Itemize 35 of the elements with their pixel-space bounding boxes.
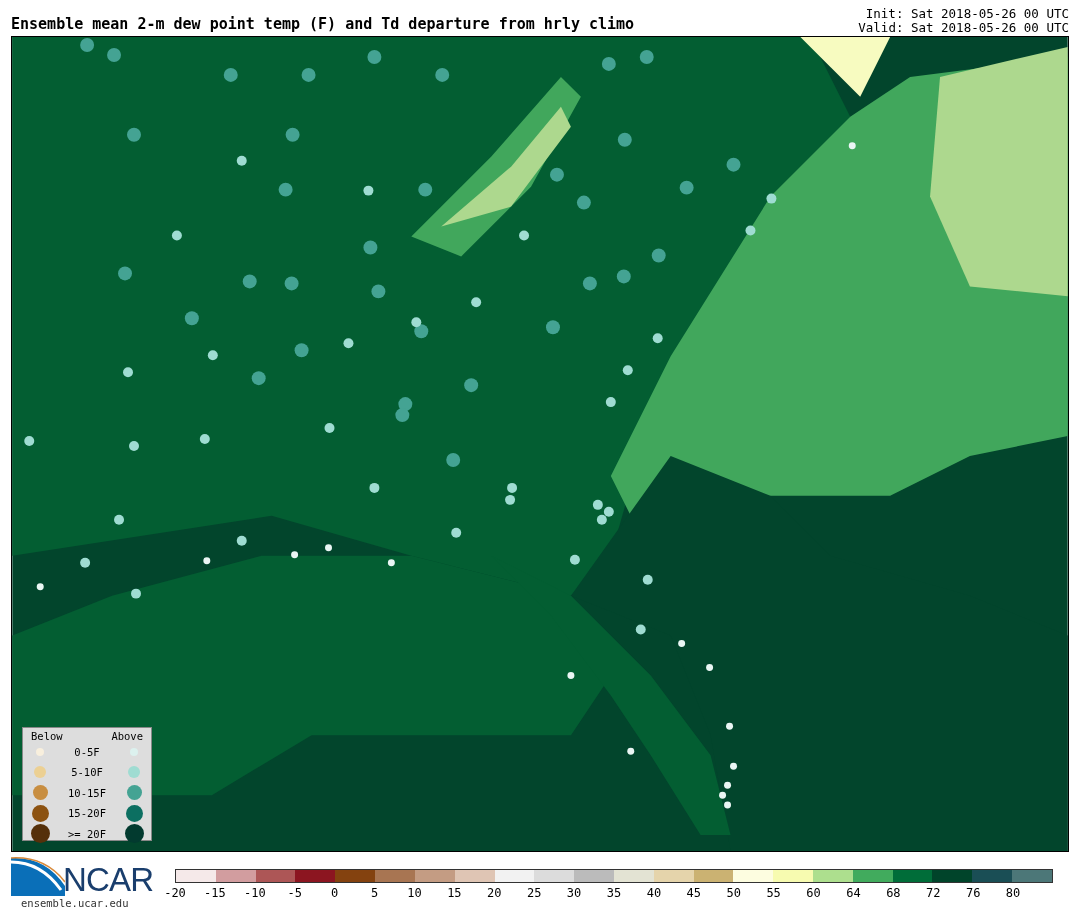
tick-label: 60 bbox=[806, 885, 821, 902]
tick-label: 68 bbox=[886, 885, 901, 902]
tick-label: 15 bbox=[447, 885, 462, 902]
plot-title: Ensemble mean 2-m dew point temp (F) and Td departure from hrly climo bbox=[11, 17, 635, 32]
tick-label: 0 bbox=[331, 885, 339, 902]
legend-heading: Above bbox=[111, 731, 143, 742]
legend-label: 0-5F bbox=[74, 746, 100, 757]
logo-swoosh-icon bbox=[11, 856, 65, 896]
tick-label: 45 bbox=[686, 885, 702, 902]
tick-label: 20 bbox=[487, 885, 502, 902]
tick-label: 76 bbox=[965, 885, 981, 902]
tick-label: 35 bbox=[606, 885, 622, 902]
tick-label: 72 bbox=[926, 885, 941, 902]
logo-text: NCAR bbox=[63, 864, 154, 896]
legend-heading: Below bbox=[31, 731, 63, 742]
legend-label: 15-20F bbox=[68, 808, 106, 819]
tick-label: -15 bbox=[204, 885, 226, 902]
tick-label: -20 bbox=[164, 885, 186, 902]
tick-label: 25 bbox=[526, 885, 542, 902]
legend-label: 10-15F bbox=[68, 787, 106, 798]
tick-label: 40 bbox=[646, 885, 662, 902]
legend-label: 5-10F bbox=[71, 767, 103, 778]
legend-label: >= 20F bbox=[68, 828, 106, 839]
tick-label: -10 bbox=[243, 885, 266, 902]
valid-time: Valid: Sat 2018-05-26 00 UTC bbox=[858, 21, 1069, 35]
tick-label: 5 bbox=[370, 885, 379, 902]
tick-label: -5 bbox=[287, 885, 302, 902]
tick-label: 80 bbox=[1005, 885, 1021, 902]
tick-label: 55 bbox=[766, 885, 781, 902]
website-url: ensemble.ucar.edu bbox=[20, 896, 130, 910]
tick-label: 50 bbox=[726, 885, 741, 902]
tick-label: 10 bbox=[407, 885, 422, 902]
tick-label: 30 bbox=[566, 885, 582, 902]
tick-label: 64 bbox=[846, 885, 861, 902]
init-time: Init: Sat 2018-05-26 00 UTC bbox=[865, 7, 1069, 21]
